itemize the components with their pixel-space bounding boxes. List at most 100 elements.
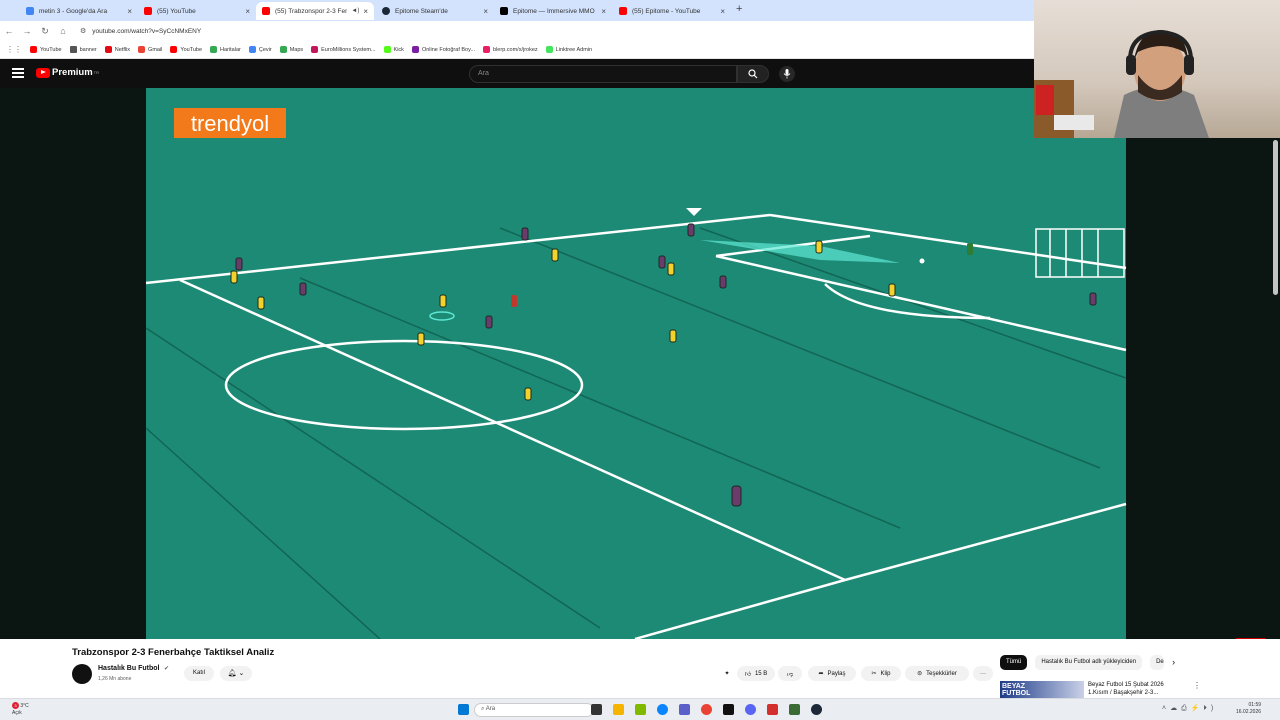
chip-all[interactable]: Tümü: [1000, 654, 1028, 670]
close-icon[interactable]: ×: [245, 7, 250, 16]
bookmark-label: Online Fotoğraf Boy...: [421, 46, 476, 53]
close-icon[interactable]: ×: [483, 7, 488, 16]
close-icon[interactable]: ×: [720, 7, 725, 16]
bookmark-haritalar[interactable]: Haritalar: [210, 46, 241, 53]
bookmark-foto[interactable]: Online Fotoğraf Boy...: [411, 46, 476, 53]
clip-button[interactable]: ✂ Klip: [861, 666, 901, 681]
new-tab-button[interactable]: +: [736, 3, 742, 15]
share-label: Paylaş: [827, 670, 846, 677]
webcam-overlay: [1034, 0, 1280, 138]
bookmark-youtube[interactable]: YouTube: [30, 46, 62, 53]
tab-epitome-x[interactable]: Epitome — Immersive MMO ×: [494, 2, 612, 20]
edge-icon[interactable]: [657, 704, 668, 715]
tab-youtube[interactable]: (55) YouTube ×: [138, 2, 256, 20]
obs-icon[interactable]: [723, 704, 734, 715]
goalkeeper: [967, 243, 973, 255]
recommendation-title[interactable]: Beyaz Futbol 15 Şubat 2026 1.Kısım / Baş…: [1088, 681, 1164, 697]
discord-icon[interactable]: [745, 704, 756, 715]
site-info-icon[interactable]: ⚙: [80, 27, 86, 35]
url-field[interactable]: ⚙ youtube.com/watch?v=SyCcNMxENY: [80, 24, 680, 38]
weather-widget[interactable]: 3 3°C Açık: [12, 702, 29, 717]
tab-trabzonspor-video[interactable]: (55) Trabzonspor 2-3 Fener ◄) ×: [256, 2, 374, 20]
bookmark-label: Maps: [289, 46, 304, 53]
close-icon[interactable]: ×: [127, 7, 132, 16]
speaker-icon[interactable]: ◄): [351, 8, 359, 14]
reload-icon[interactable]: ↻: [36, 26, 54, 37]
bookmark-euromillions[interactable]: EuroMillions System...: [311, 46, 376, 53]
youtube-header: Premium TR Ara: [0, 60, 1034, 88]
bookmark-banner[interactable]: banner: [69, 46, 97, 53]
teams-icon[interactable]: [679, 704, 690, 715]
share-button[interactable]: ➦ Paylaş: [808, 666, 856, 681]
close-icon[interactable]: ×: [601, 7, 606, 16]
system-tray[interactable]: ˄☁⎙⚡⏵): [1162, 704, 1217, 713]
home-icon[interactable]: ⌂: [54, 26, 72, 36]
hamburger-menu-icon[interactable]: [12, 68, 24, 78]
app-icon[interactable]: [767, 704, 778, 715]
clock[interactable]: 01:59 16.02.2026: [1236, 702, 1261, 716]
sparkle-icon[interactable]: ✦: [720, 666, 734, 681]
windows-start-icon[interactable]: [458, 704, 469, 715]
page-scrollbar[interactable]: [1273, 140, 1278, 295]
thumbs-down-icon: 👎︎: [786, 671, 794, 678]
store-icon[interactable]: [635, 704, 646, 715]
search-button[interactable]: [737, 65, 769, 83]
clock-time: 01:59: [1248, 702, 1262, 708]
pitch-background: [146, 88, 1126, 639]
chrome-icon[interactable]: [701, 704, 712, 715]
bookmark-blerp[interactable]: blerp.com/x/jrokez: [483, 46, 538, 53]
bookmark-linktree[interactable]: Linktree Admin: [545, 46, 593, 53]
dislike-button[interactable]: 👎︎: [778, 666, 802, 681]
like-button[interactable]: 👍︎ 15 B: [737, 666, 775, 681]
chip-uploader[interactable]: Hastalık Bu Futbol adlı yükleyiciden: [1035, 654, 1143, 670]
bookmark-label: YouTube: [180, 46, 203, 53]
steam-icon: [382, 7, 390, 15]
youtube-icon: [170, 46, 178, 53]
join-button[interactable]: Katıl: [184, 666, 214, 681]
chevron-right-icon[interactable]: ›: [1172, 657, 1175, 667]
bookmark-cevir[interactable]: Çevir: [248, 46, 272, 53]
microphone-icon[interactable]: [779, 66, 795, 82]
rec-more-icon[interactable]: ⋮: [1193, 681, 1201, 690]
close-icon[interactable]: ×: [363, 7, 368, 16]
chip-more[interactable]: De: [1150, 654, 1165, 670]
channel-name[interactable]: Hastalık Bu Futbol: [98, 665, 159, 672]
video-player[interactable]: trendyol: [0, 88, 1280, 641]
address-bar-row: ← → ↻ ⌂ ⚙ youtube.com/watch?v=SyCcNMxENY: [0, 21, 1034, 41]
apps-icon[interactable]: ⋮⋮: [6, 45, 22, 54]
file-explorer-icon[interactable]: [613, 704, 624, 715]
forward-icon[interactable]: →: [18, 26, 36, 36]
tab-epitome-steam[interactable]: Epitome Steam'de ×: [376, 2, 494, 20]
subscriber-count: 1,26 Mn abone: [98, 676, 132, 682]
notification-bell-button[interactable]: 🔔︎ ⌄: [220, 666, 252, 681]
blerp-icon: [483, 46, 491, 53]
taskbar-search[interactable]: ⌕ Ara: [474, 703, 594, 717]
bookmark-label: Linktree Admin: [555, 46, 593, 53]
thanks-button[interactable]: ⊜ Teşekkürler: [905, 666, 969, 681]
youtube-premium-logo[interactable]: Premium TR: [36, 67, 99, 78]
kick-icon: [383, 46, 391, 53]
tactical-pitch-frame: trendyol: [145, 88, 1127, 641]
search-input[interactable]: Ara: [469, 65, 737, 83]
bookmark-youtube-2[interactable]: YouTube: [170, 46, 202, 53]
back-icon[interactable]: ←: [0, 26, 18, 36]
tab-epitome-youtube[interactable]: (55) Epitome - YouTube ×: [613, 2, 731, 20]
tab-google-search[interactable]: metin 3 - Google'da Ara ×: [20, 2, 138, 20]
minecraft-icon[interactable]: [789, 704, 800, 715]
like-count: 15 B: [754, 670, 768, 677]
rec-title-line-2: 1.Kısım / Başakşehir 2-3...: [1088, 690, 1159, 696]
recommendation-thumbnail[interactable]: BEYAZ FUTBOL: [1000, 681, 1084, 698]
bookmark-kick[interactable]: Kick: [383, 46, 404, 53]
steam-icon[interactable]: [811, 704, 822, 715]
tab-title: Epitome Steam'de: [395, 7, 448, 15]
youtube-play-icon: [36, 67, 50, 78]
bookmark-gmail[interactable]: Gmail: [138, 46, 162, 53]
bookmark-netflix[interactable]: Netflix: [104, 46, 130, 53]
maps-pin-icon: [279, 46, 287, 53]
bookmark-maps[interactable]: Maps: [279, 46, 304, 53]
task-view-icon[interactable]: [591, 704, 602, 715]
channel-avatar[interactable]: [72, 664, 92, 684]
weather-desc: Açık: [12, 710, 22, 716]
more-actions-button[interactable]: ···: [973, 666, 993, 681]
clip-label: Klip: [880, 670, 891, 677]
